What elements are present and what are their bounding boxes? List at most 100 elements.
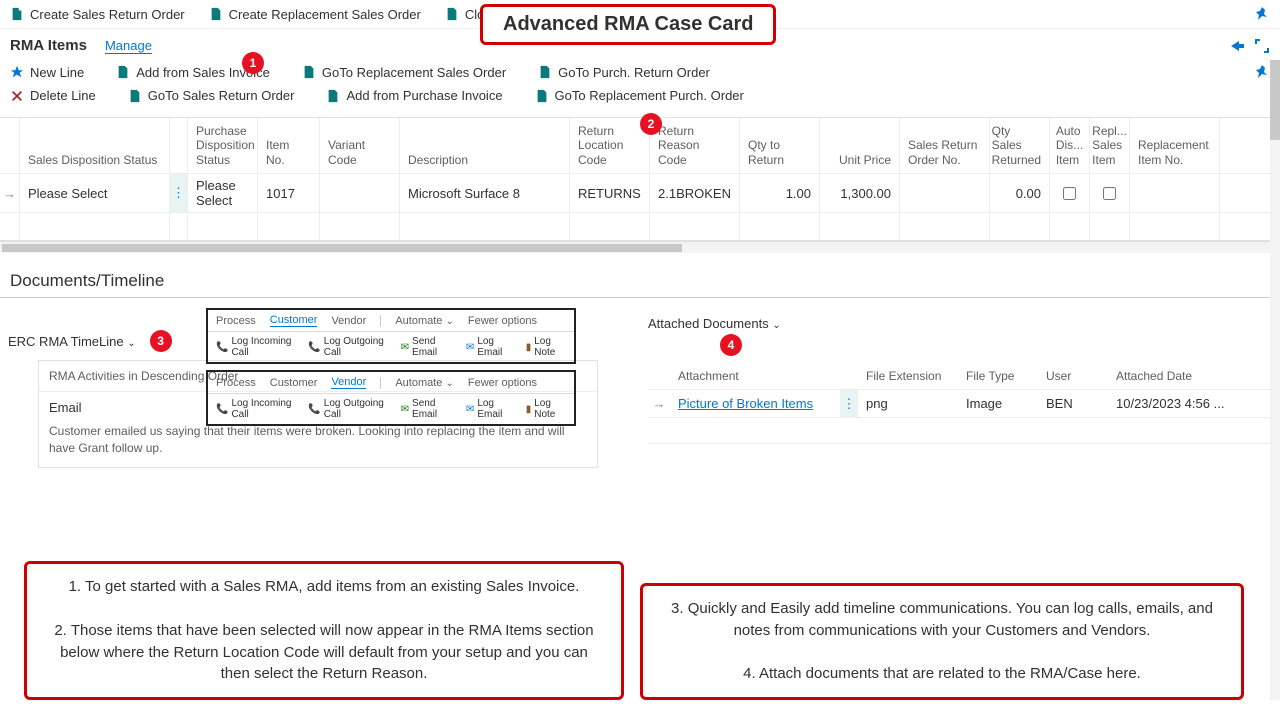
document-swap-icon bbox=[209, 7, 223, 21]
col-purch-disp[interactable]: Purchase Disposition Status bbox=[188, 118, 258, 173]
mini-process-link[interactable]: Process bbox=[216, 315, 256, 327]
create-replacement-button[interactable]: Create Replacement Sales Order bbox=[209, 7, 421, 22]
mini-process-link-2[interactable]: Process bbox=[216, 377, 256, 389]
col-description[interactable]: Description bbox=[400, 118, 570, 173]
document-goto-icon bbox=[128, 89, 142, 103]
cell-date: 10/23/2023 4:56 ... bbox=[1108, 390, 1272, 417]
mini-fewer-link-2[interactable]: Fewer options bbox=[468, 377, 537, 389]
mini-customer-link[interactable]: Customer bbox=[270, 314, 318, 327]
document-goto-icon bbox=[535, 89, 549, 103]
cell-description[interactable]: Microsoft Surface 8 bbox=[400, 174, 570, 212]
cell-sales-return-no[interactable] bbox=[900, 174, 990, 212]
note-left: 1. To get started with a Sales RMA, add … bbox=[24, 561, 624, 700]
row-more-icon[interactable]: ⋮ bbox=[170, 174, 188, 212]
repl-sales-checkbox[interactable] bbox=[1103, 187, 1116, 200]
log-incoming-call-button[interactable]: 📞Log Incoming Call bbox=[216, 336, 294, 358]
star-icon bbox=[10, 65, 24, 79]
col-attachment[interactable]: Attachment bbox=[670, 363, 840, 389]
page-title-callout: Advanced RMA Case Card bbox=[480, 4, 776, 45]
badge-3: 3 bbox=[150, 330, 172, 352]
share-icon[interactable] bbox=[1228, 38, 1244, 54]
pin-icon[interactable] bbox=[1254, 6, 1270, 22]
goto-sales-return-button[interactable]: GoTo Sales Return Order bbox=[128, 88, 295, 103]
label: Create Sales Return Order bbox=[30, 7, 185, 22]
delete-line-button[interactable]: Delete Line bbox=[10, 88, 96, 103]
row-selector-icon[interactable]: → bbox=[0, 174, 20, 212]
customer-actions-panel: Process Customer Vendor Automate ⌄ Fewer… bbox=[206, 308, 576, 364]
col-replacement-item-no[interactable]: Replacement Item No. bbox=[1130, 118, 1220, 173]
cell-unit-price[interactable]: 1,300.00 bbox=[820, 174, 900, 212]
col-sales-return-no[interactable]: Sales Return Order No. bbox=[900, 118, 990, 173]
cell-sales-disp[interactable]: Please Select bbox=[20, 174, 170, 212]
create-sales-return-button[interactable]: Create Sales Return Order bbox=[10, 7, 185, 22]
add-from-purchase-invoice-button[interactable]: Add from Purchase Invoice bbox=[326, 88, 502, 103]
attachment-row-empty[interactable] bbox=[648, 418, 1272, 444]
send-email-button[interactable]: ✉Send Email bbox=[401, 336, 452, 358]
attachment-link[interactable]: Picture of Broken Items bbox=[678, 396, 813, 411]
cell-purch-disp[interactable]: Please Select bbox=[188, 174, 258, 212]
log-outgoing-call-button[interactable]: 📞Log Outgoing Call bbox=[308, 336, 386, 358]
cell-type: Image bbox=[958, 390, 1038, 417]
log-email-button[interactable]: ✉Log Email bbox=[466, 336, 512, 358]
send-email-button-2[interactable]: ✉Send Email bbox=[401, 398, 452, 420]
goto-purch-return-button[interactable]: GoTo Purch. Return Order bbox=[538, 64, 710, 80]
section-title: RMA Items bbox=[10, 37, 87, 54]
new-line-button[interactable]: New Line bbox=[10, 64, 84, 80]
col-return-reason[interactable]: Return Reason Code bbox=[650, 118, 740, 173]
col-return-loc[interactable]: Return Location Code bbox=[570, 118, 650, 173]
action-row-2: Delete Line GoTo Sales Return Order Add … bbox=[0, 84, 1280, 111]
col-date[interactable]: Attached Date bbox=[1108, 363, 1272, 389]
close-document-icon bbox=[445, 7, 459, 21]
mini-automate-dropdown[interactable]: Automate ⌄ bbox=[395, 315, 454, 327]
timeline-dropdown[interactable]: ERC RMA TimeLine ⌄ bbox=[8, 334, 136, 349]
col-auto-dis-item[interactable]: Auto Dis... Item bbox=[1050, 118, 1090, 173]
cell-replacement-item-no[interactable] bbox=[1130, 174, 1220, 212]
cell-variant[interactable] bbox=[320, 174, 400, 212]
document-goto-icon bbox=[302, 65, 316, 79]
manage-link[interactable]: Manage bbox=[105, 38, 152, 54]
goto-replacement-sales-button[interactable]: GoTo Replacement Sales Order bbox=[302, 64, 506, 80]
col-unit-price[interactable]: Unit Price bbox=[820, 118, 900, 173]
log-note-button-2[interactable]: ▮Log Note bbox=[526, 398, 566, 420]
col-type[interactable]: File Type bbox=[958, 363, 1038, 389]
row-selector-icon[interactable]: → bbox=[648, 390, 670, 417]
row-more-icon[interactable]: ⋮ bbox=[840, 390, 858, 417]
log-outgoing-call-button-2[interactable]: 📞Log Outgoing Call bbox=[308, 398, 386, 420]
expand-icon[interactable] bbox=[1254, 38, 1270, 54]
auto-dis-checkbox[interactable] bbox=[1063, 187, 1076, 200]
mini-automate-dropdown-2[interactable]: Automate ⌄ bbox=[395, 377, 454, 389]
attachment-row[interactable]: → Picture of Broken Items ⋮ png Image BE… bbox=[648, 390, 1272, 418]
horizontal-scrollbar[interactable] bbox=[0, 241, 1280, 253]
pin-icon[interactable] bbox=[1254, 64, 1270, 80]
label: Create Replacement Sales Order bbox=[229, 7, 421, 22]
col-qty-sales-returned[interactable]: Qty Sales Returned bbox=[990, 118, 1050, 173]
goto-replacement-purch-button[interactable]: GoTo Replacement Purch. Order bbox=[535, 88, 744, 103]
cell-item-no[interactable]: 1017 bbox=[258, 174, 320, 212]
grid-row[interactable]: → Please Select ⋮ Please Select 1017 Mic… bbox=[0, 173, 1280, 212]
mini-vendor-link[interactable]: Vendor bbox=[331, 315, 366, 327]
attached-documents-dropdown[interactable]: Attached Documents ⌄ bbox=[648, 316, 781, 331]
cell-return-loc[interactable]: RETURNS bbox=[570, 174, 650, 212]
mini-vendor-link-2[interactable]: Vendor bbox=[331, 376, 366, 389]
log-incoming-call-button-2[interactable]: 📞Log Incoming Call bbox=[216, 398, 294, 420]
vertical-scrollbar[interactable] bbox=[1270, 60, 1280, 700]
log-email-button-2[interactable]: ✉Log Email bbox=[466, 398, 512, 420]
col-ext[interactable]: File Extension bbox=[858, 363, 958, 389]
col-user[interactable]: User bbox=[1038, 363, 1108, 389]
mini-customer-link-2[interactable]: Customer bbox=[270, 377, 318, 389]
log-note-button[interactable]: ▮Log Note bbox=[526, 336, 566, 358]
action-row-1: New Line Add from Sales Invoice GoTo Rep… bbox=[0, 60, 1280, 84]
col-item-no[interactable]: Item No. bbox=[258, 118, 320, 173]
cell-qty-sales-returned[interactable]: 0.00 bbox=[990, 174, 1050, 212]
col-repl-sales-item[interactable]: Repl... Sales Item bbox=[1090, 118, 1130, 173]
col-sales-disp[interactable]: Sales Disposition Status bbox=[20, 118, 170, 173]
badge-2: 2 bbox=[640, 113, 662, 135]
grid-row-empty[interactable] bbox=[0, 212, 1280, 240]
mini-fewer-link[interactable]: Fewer options bbox=[468, 315, 537, 327]
document-icon bbox=[10, 7, 24, 21]
col-qty-return[interactable]: Qty to Return bbox=[740, 118, 820, 173]
cell-qty-return[interactable]: 1.00 bbox=[740, 174, 820, 212]
col-variant[interactable]: Variant Code bbox=[320, 118, 400, 173]
document-add-icon bbox=[116, 65, 130, 79]
cell-return-reason[interactable]: 2.1BROKEN bbox=[650, 174, 740, 212]
